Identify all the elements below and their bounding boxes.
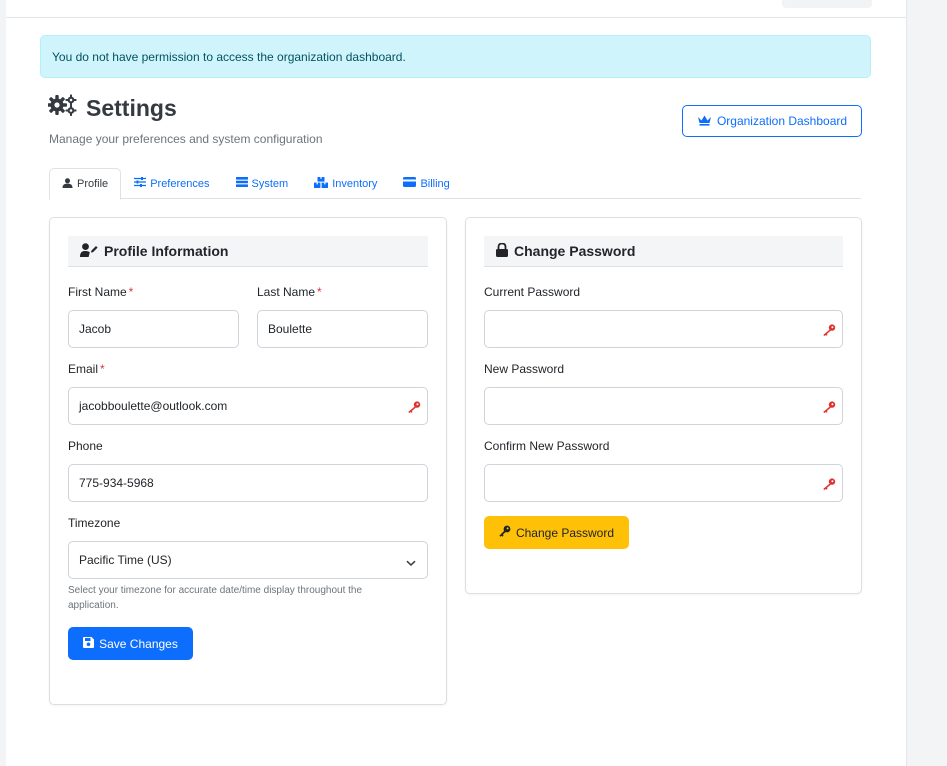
boxes-icon — [314, 176, 329, 191]
save-changes-button[interactable]: Save Changes — [68, 627, 193, 660]
first-name-label-text: First Name — [68, 285, 127, 299]
tab-system[interactable]: System — [223, 168, 302, 199]
password-manager-key-icon[interactable] — [822, 478, 836, 493]
tab-profile[interactable]: Profile — [49, 168, 122, 200]
change-password-label: Change Password — [515, 525, 615, 540]
timezone-label: Timezone — [68, 516, 121, 530]
lock-icon — [496, 242, 508, 260]
current-password-label: Current Password — [484, 285, 581, 299]
top-bar — [6, 0, 906, 18]
first-name-value: Jacob — [79, 322, 112, 336]
last-name-value: Boulette — [268, 322, 313, 336]
tab-label: Inventory — [332, 177, 378, 190]
timezone-help-text: Select your timezone for accurate date/t… — [68, 585, 363, 611]
timezone-select[interactable]: Pacific Time (US) — [68, 541, 428, 579]
new-password-field[interactable] — [484, 387, 843, 425]
required-marker: * — [128, 285, 134, 299]
phone-label: Phone — [68, 439, 103, 453]
organization-dashboard-button[interactable]: Organization Dashboard — [682, 105, 862, 137]
floppy-disk-icon — [83, 636, 95, 651]
last-name-field[interactable]: Boulette — [257, 310, 428, 348]
profile-card-title: Profile Information — [104, 243, 229, 259]
top-bar-button[interactable] — [782, 0, 872, 8]
profile-card-header: Profile Information — [68, 236, 428, 267]
user-icon — [62, 177, 73, 191]
last-name-label: Last Name * — [257, 285, 322, 299]
email-label: Email * — [68, 362, 105, 376]
password-manager-key-icon[interactable] — [822, 324, 836, 339]
tab-billing[interactable]: Billing — [390, 168, 462, 199]
email-value: jacobboulette@outlook.com — [79, 399, 228, 413]
last-name-label-text: Last Name — [257, 285, 316, 299]
current-password-field[interactable] — [484, 310, 843, 348]
change-password-title: Change Password — [514, 243, 636, 259]
page-title-text: Settings — [86, 94, 177, 121]
alert-message: You do not have permission to access the… — [52, 50, 406, 64]
chevron-down-icon — [406, 556, 416, 570]
confirm-password-label: Confirm New Password — [484, 439, 610, 453]
confirm-password-field[interactable] — [484, 464, 843, 502]
page-subtitle: Manage your preferences and system confi… — [49, 132, 323, 146]
tab-label: Profile — [77, 178, 109, 190]
tab-preferences[interactable]: Preferences — [121, 168, 222, 199]
key-icon — [499, 525, 511, 540]
tab-label: Billing — [420, 177, 450, 190]
email-label-text: Email — [68, 362, 99, 376]
tab-inventory[interactable]: Inventory — [301, 168, 390, 199]
page-title: Settings — [47, 94, 177, 122]
password-manager-key-icon[interactable] — [822, 401, 836, 416]
tab-label: System — [251, 177, 289, 190]
credit-card-icon — [403, 177, 417, 190]
save-changes-label: Save Changes — [99, 636, 178, 651]
email-field[interactable]: jacobboulette@outlook.com — [68, 387, 428, 425]
change-password-button[interactable]: Change Password — [484, 516, 629, 549]
right-scroll-gutter — [906, 0, 947, 766]
user-edit-icon — [80, 242, 98, 260]
phone-field[interactable]: 775-934-5968 — [68, 464, 428, 502]
permission-alert: You do not have permission to access the… — [40, 35, 871, 78]
crown-icon — [697, 114, 712, 129]
settings-tabs: Profile Preferences System Inventory Bil… — [49, 168, 861, 200]
gears-icon — [47, 94, 79, 122]
first-name-field[interactable]: Jacob — [68, 310, 239, 348]
new-password-label: New Password — [484, 362, 565, 376]
change-password-card: Change Password Current Password New Pas… — [465, 217, 862, 594]
organization-dashboard-label: Organization Dashboard — [716, 114, 848, 128]
required-marker: * — [317, 285, 322, 299]
change-password-card-header: Change Password — [484, 236, 843, 267]
server-icon — [235, 177, 248, 190]
first-name-label: First Name * — [68, 285, 133, 299]
phone-value: 775-934-5968 — [79, 476, 154, 490]
timezone-value: Pacific Time (US) — [79, 553, 172, 567]
password-manager-key-icon[interactable] — [407, 401, 421, 416]
profile-card: Profile Information First Name * Jacob La… — [49, 217, 447, 705]
sliders-icon — [134, 177, 147, 190]
left-gutter — [0, 0, 6, 766]
tab-label: Preferences — [150, 177, 210, 190]
required-marker: * — [100, 362, 105, 376]
